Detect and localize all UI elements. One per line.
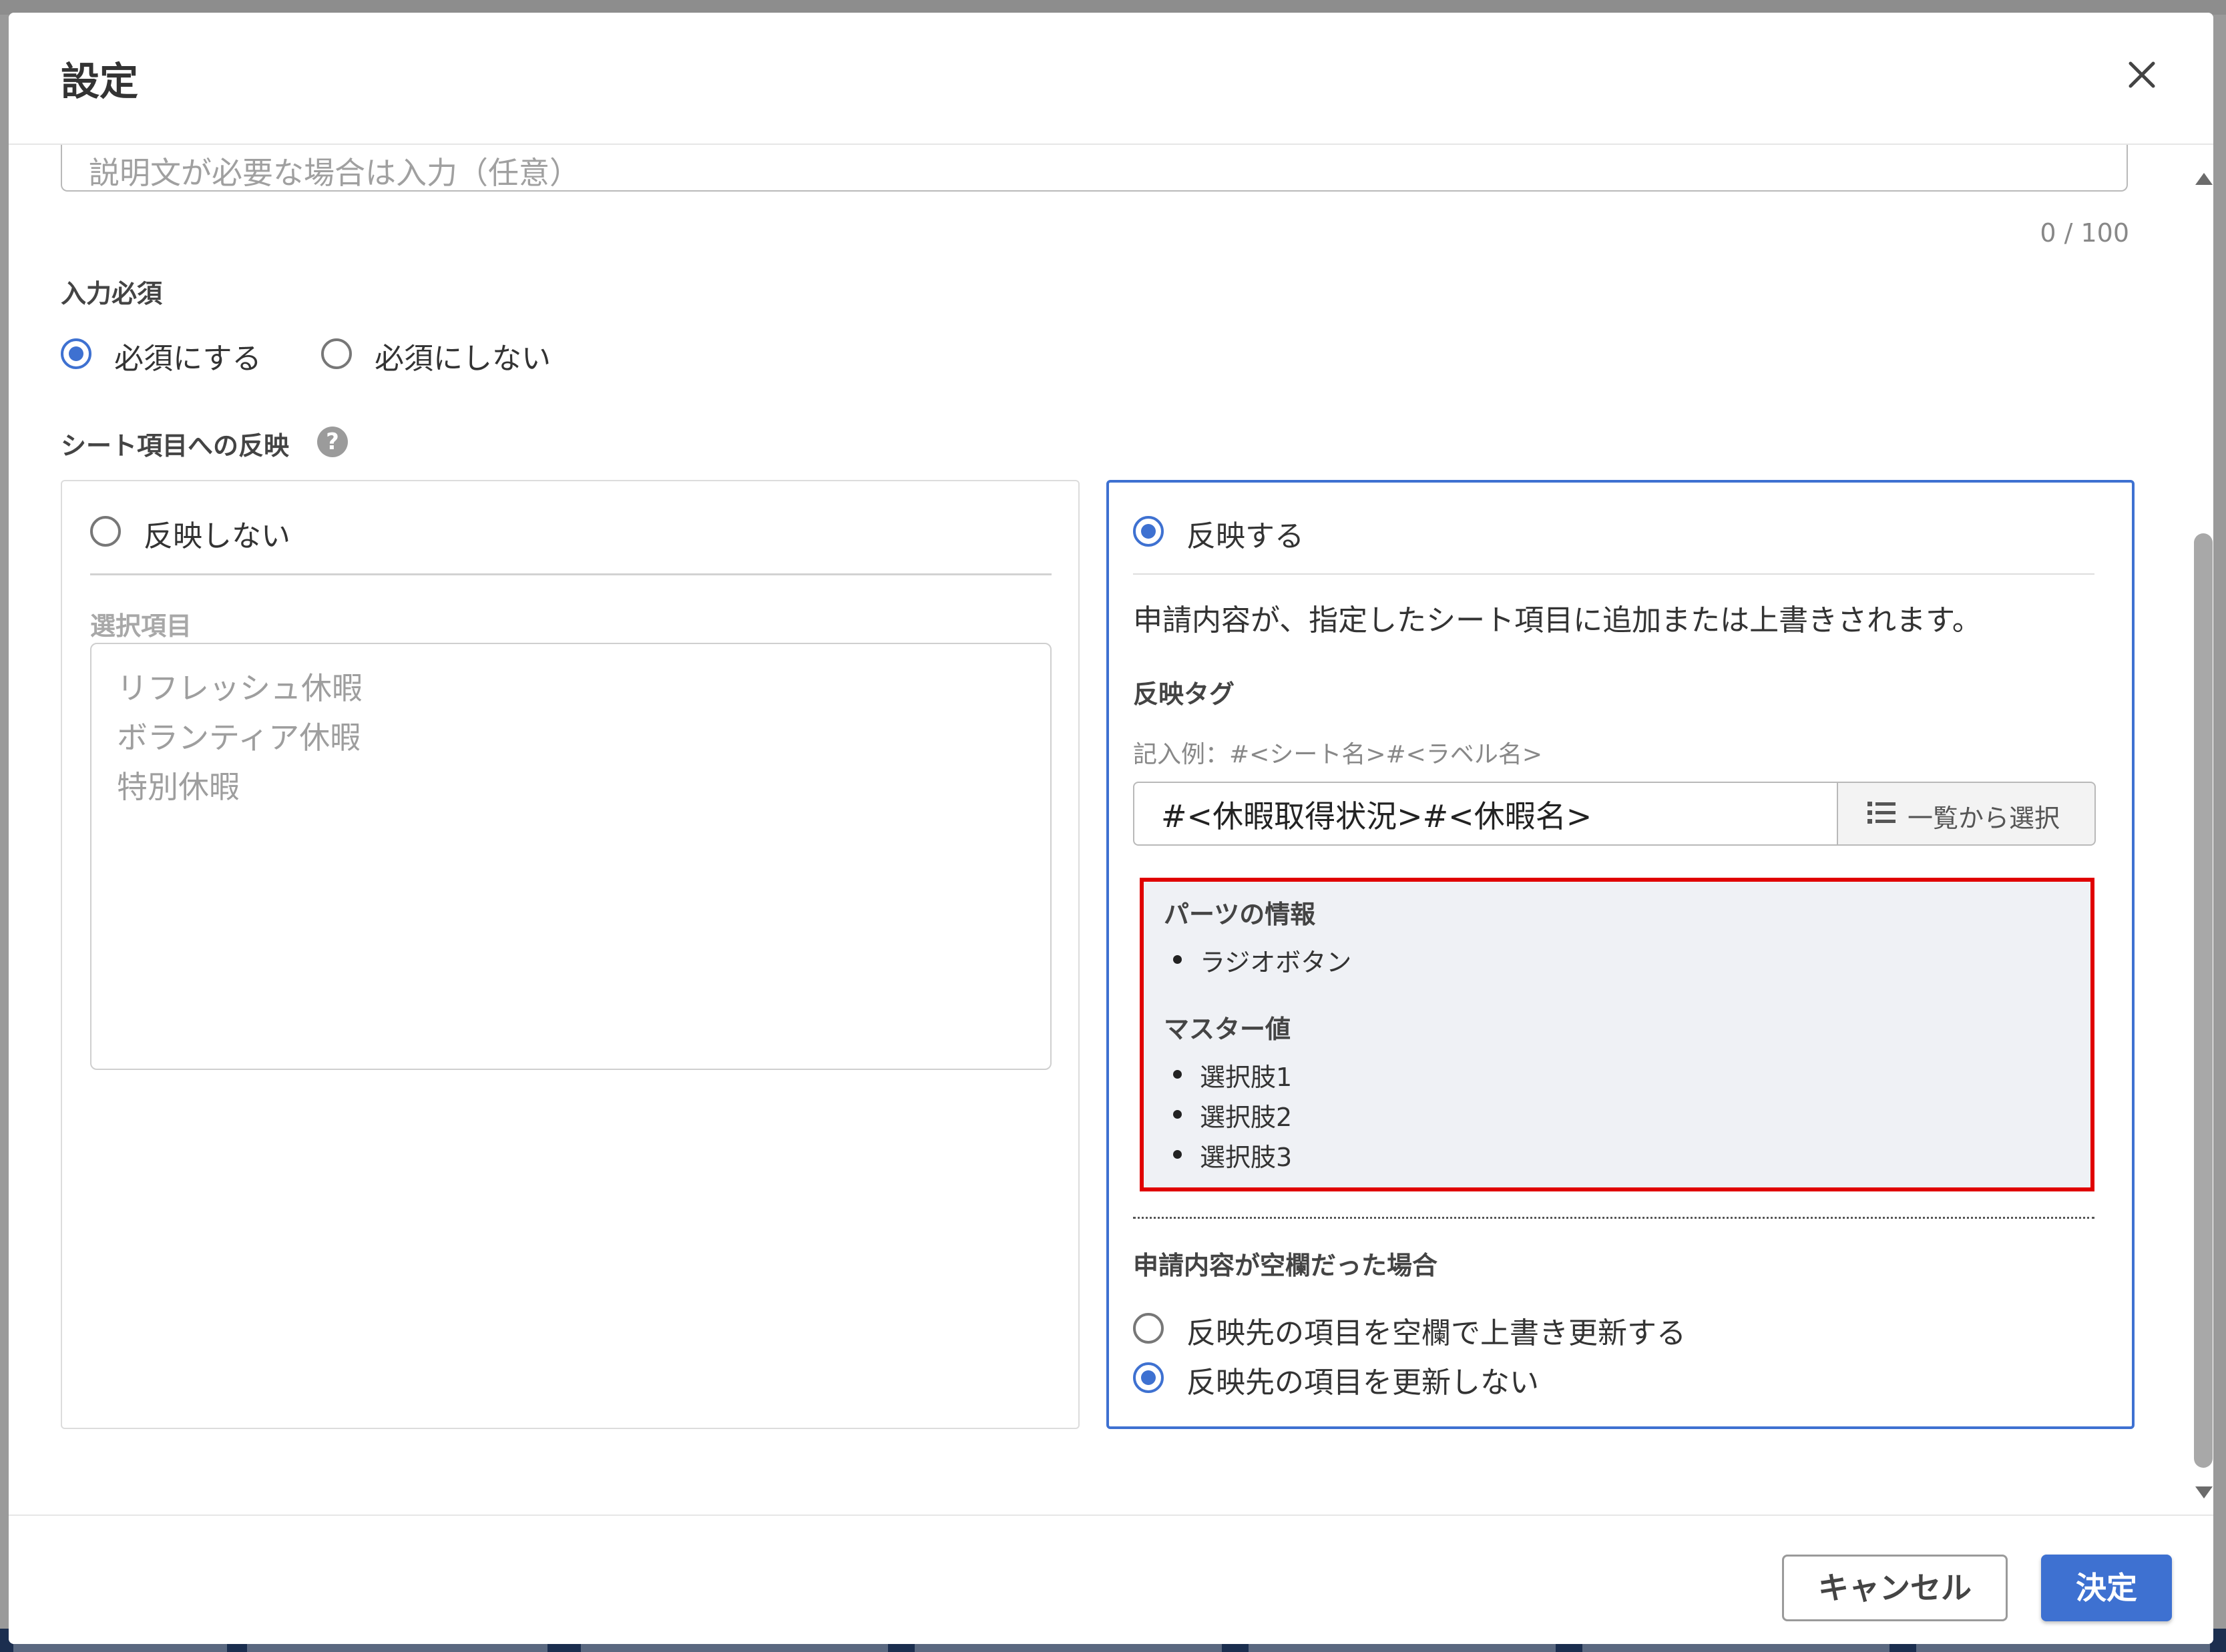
bullet [1173, 955, 1182, 964]
required-no-radio[interactable] [321, 338, 352, 369]
tag-input[interactable]: #<休暇取得状況>#<休暇名> [1133, 782, 1838, 846]
confirm-button[interactable]: 決定 [2041, 1555, 2172, 1621]
cancel-button[interactable]: キャンセル [1782, 1555, 2008, 1621]
character-counter: 0 / 100 [2040, 218, 2129, 248]
dotted-divider [1133, 1217, 2094, 1219]
required-yes-label[interactable]: 必須にする [114, 334, 261, 377]
description-input[interactable]: 説明文が必要な場合は入力（任意） [61, 145, 2128, 192]
description-placeholder: 説明文が必要な場合は入力（任意） [89, 155, 580, 191]
dialog-body: 説明文が必要な場合は入力（任意） 0 / 100 入力必須 必須にする 必須にし… [9, 145, 2213, 1513]
divider [1133, 573, 2094, 575]
bullet [1173, 1110, 1182, 1119]
bullet [1173, 1070, 1182, 1079]
close-icon [2129, 61, 2155, 88]
settings-dialog: 設定 説明文が必要な場合は入力（任意） 0 / 100 入力必須 必須にする 必… [9, 13, 2213, 1644]
reflection-label: シート項目への反映 [61, 431, 290, 461]
master-item: 選択肢1 [1200, 1063, 1293, 1092]
select-from-list-button[interactable]: 一覧から選択 [1838, 782, 2096, 846]
no-update-radio[interactable] [1133, 1362, 1164, 1393]
no-update-label[interactable]: 反映先の項目を更新しない [1186, 1358, 1539, 1401]
dialog-header: 設定 [9, 13, 2213, 145]
no-reflect-panel: 反映しない 選択項目 リフレッシュ休暇 ボランティア休暇 特別休暇 [61, 480, 1080, 1429]
master-title: マスター値 [1164, 1015, 1291, 1044]
required-yes-radio[interactable] [61, 338, 91, 369]
list-icon [1867, 802, 1896, 824]
tag-input-value: #<休暇取得状況>#<休暇名> [1161, 798, 1592, 834]
scrollbar-thumb[interactable] [2194, 533, 2213, 1468]
choice-item: 特別休暇 [117, 769, 240, 805]
parts-info-title: パーツの情報 [1164, 900, 1316, 929]
choice-item: ボランティア休暇 [117, 720, 361, 756]
reflect-panel: 反映する 申請内容が、指定したシート項目に追加または上書きされます。 反映タグ … [1106, 480, 2135, 1429]
overwrite-empty-label[interactable]: 反映先の項目を空欄で上書き更新する [1186, 1309, 1686, 1352]
empty-case-label: 申請内容が空欄だった場合 [1133, 1251, 1438, 1280]
scroll-up-arrow[interactable] [2195, 173, 2213, 185]
question-icon[interactable]: ? [317, 427, 348, 457]
no-reflect-label[interactable]: 反映しない [144, 512, 290, 555]
no-reflect-radio[interactable] [90, 516, 121, 547]
close-button[interactable] [2119, 51, 2165, 98]
choices-textarea: リフレッシュ休暇 ボランティア休暇 特別休暇 [90, 643, 1052, 1070]
bullet [1173, 1150, 1182, 1159]
reflect-label[interactable]: 反映する [1186, 512, 1304, 555]
parts-info-item: ラジオボタン [1200, 948, 1352, 977]
tag-example: 記入例：#<シート名>#<ラベル名> [1133, 741, 1542, 768]
required-label: 入力必須 [61, 279, 163, 308]
master-item: 選択肢3 [1200, 1143, 1293, 1172]
dialog-footer: キャンセル 決定 [9, 1515, 2213, 1644]
tag-label: 反映タグ [1133, 679, 1235, 709]
reflect-radio[interactable] [1133, 516, 1164, 547]
select-from-list-label: 一覧から選択 [1908, 804, 2060, 833]
divider [90, 573, 1052, 575]
choices-label: 選択項目 [90, 611, 192, 641]
required-no-label[interactable]: 必須にしない [375, 334, 551, 377]
parts-info-box: パーツの情報 ラジオボタン マスター値 選択肢1 選択肢2 選択肢3 [1140, 878, 2094, 1191]
scroll-down-arrow[interactable] [2195, 1486, 2213, 1498]
choice-item: リフレッシュ休暇 [117, 670, 363, 706]
master-item: 選択肢2 [1200, 1103, 1293, 1132]
overwrite-empty-radio[interactable] [1133, 1313, 1164, 1344]
reflect-description: 申請内容が、指定したシート項目に追加または上書きされます。 [1133, 603, 1982, 637]
dialog-title: 設定 [61, 59, 139, 104]
